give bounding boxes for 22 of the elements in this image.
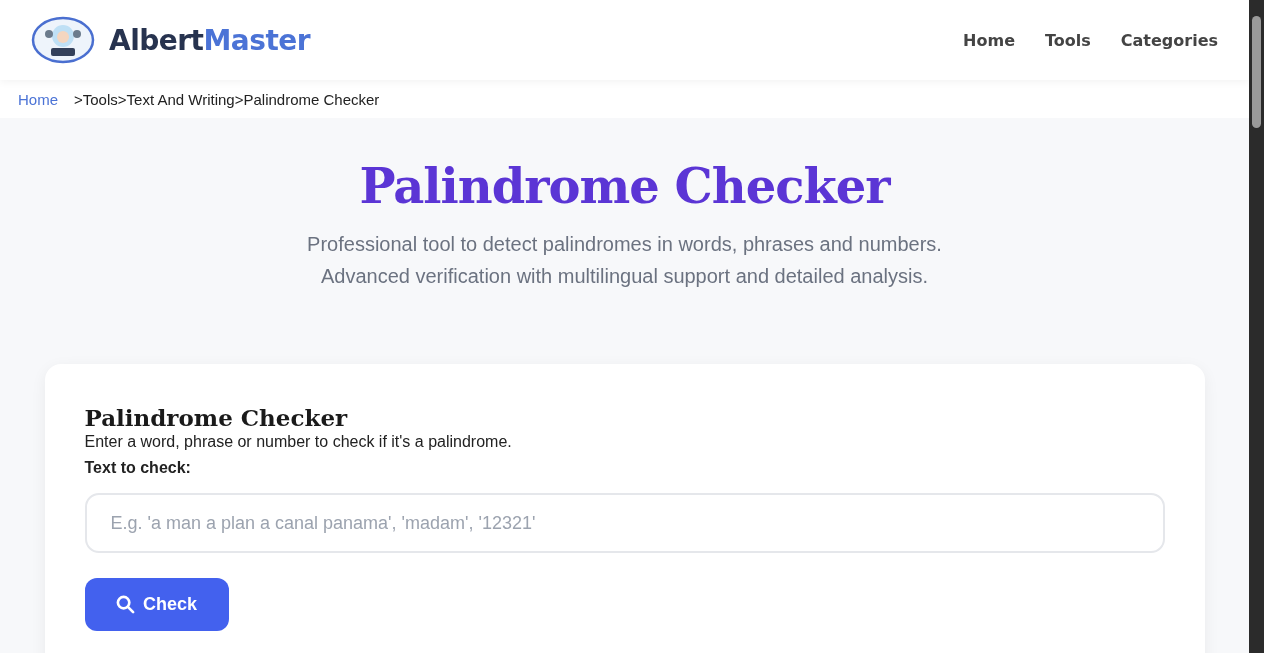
text-input-field[interactable]: E.g. 'a man a plan a canal panama', 'madam', '12321' bbox=[84, 493, 1165, 553]
breadcrumb-item: Palindrome Checker bbox=[243, 90, 380, 108]
page-title: Palindrome Checker bbox=[359, 158, 890, 214]
logo-icon[interactable] bbox=[31, 16, 95, 64]
subtitle-text: Professional tool to detect palindromes in words, phrases and numbers. bbox=[307, 232, 942, 257]
scrollbar[interactable] bbox=[1249, 0, 1264, 653]
nav-link[interactable]: Home bbox=[963, 30, 1015, 50]
logo-text[interactable]: AlbertMaster bbox=[109, 23, 311, 57]
card-title: Palindrome Checker bbox=[84, 404, 348, 431]
nav-link[interactable]: Tools bbox=[1045, 30, 1091, 50]
nav-link[interactable]: Categories bbox=[1120, 30, 1218, 50]
breadcrumb-separator: > bbox=[234, 90, 244, 108]
breadcrumb-item: Tools bbox=[82, 90, 118, 108]
field-label: Text to check: bbox=[84, 459, 191, 477]
subtitle-text: Advanced verification with multilingual support and detailed analysis. bbox=[320, 264, 929, 289]
breadcrumb-separator: > bbox=[74, 90, 83, 108]
breadcrumb-item: Text And Writing bbox=[126, 90, 235, 108]
check-button[interactable]: Check bbox=[84, 578, 229, 631]
card-description: Enter a word, phrase or number to check if it's a palindrome. bbox=[84, 433, 512, 451]
breadcrumb-separator: > bbox=[117, 90, 127, 108]
search-icon bbox=[116, 595, 135, 614]
breadcrumb-link[interactable]: Home bbox=[18, 90, 58, 108]
